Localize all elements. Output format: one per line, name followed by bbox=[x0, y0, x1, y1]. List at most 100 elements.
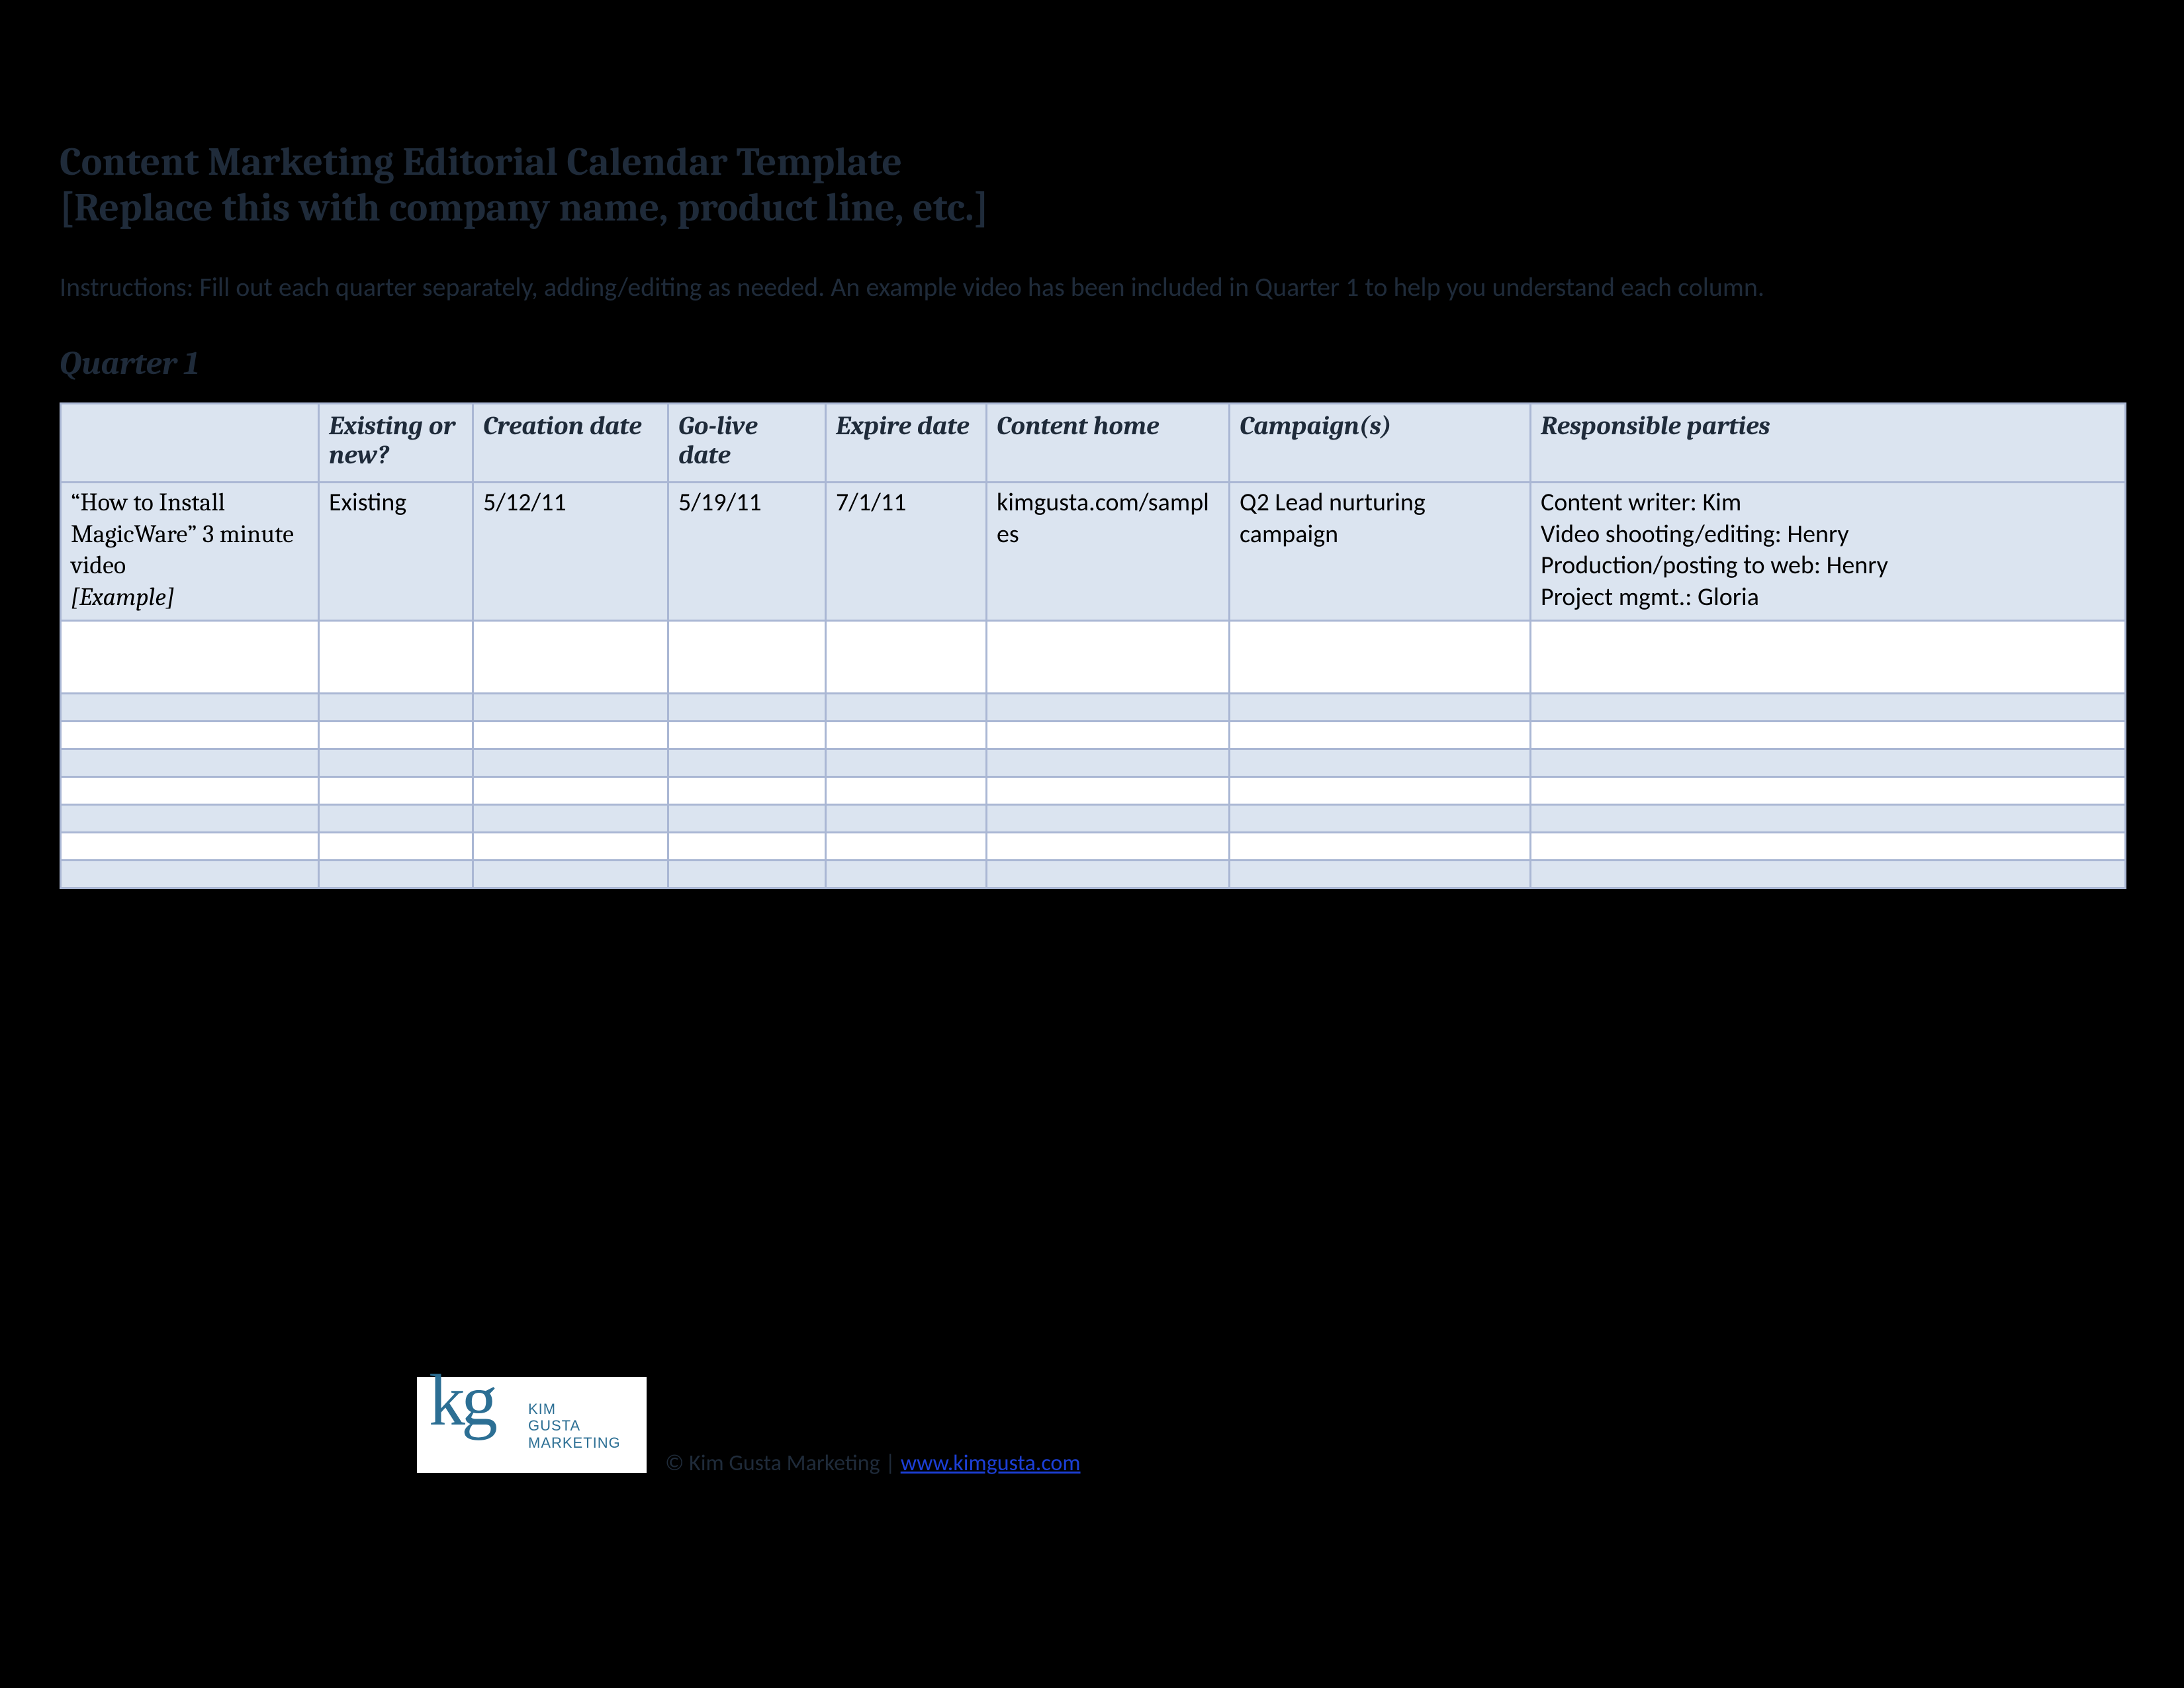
logo-wordmark: KIM GUSTA MARKETING bbox=[528, 1401, 621, 1451]
copyright-line: © Kim Gusta Marketing | www.kimgusta.com bbox=[665, 1450, 1081, 1477]
cell-empty bbox=[668, 805, 826, 833]
brand-logo: kg KIM GUSTA MARKETING bbox=[417, 1377, 647, 1473]
section-header-q1: Quarter 1 bbox=[60, 344, 2124, 383]
cell-empty bbox=[319, 805, 473, 833]
instructions-paragraph: Instructions: Fill out each quarter sepa… bbox=[60, 270, 2124, 305]
cell-empty bbox=[826, 777, 987, 805]
col-header-creation: Creation date bbox=[473, 404, 668, 483]
editorial-calendar-table: Existing or new? Creation date Go-live d… bbox=[60, 402, 2126, 889]
title-line-1: Content Marketing Editorial Calendar Tem… bbox=[60, 139, 2124, 185]
cell-empty bbox=[1230, 861, 1531, 888]
table-row-empty bbox=[61, 805, 2126, 833]
cell-empty bbox=[473, 749, 668, 777]
cell-empty bbox=[473, 805, 668, 833]
cell-empty bbox=[319, 722, 473, 749]
cell-empty bbox=[61, 749, 319, 777]
cell-empty bbox=[1230, 777, 1531, 805]
logo-mark: kg bbox=[429, 1358, 494, 1442]
responsible-line: Content writer: Kim bbox=[1541, 487, 2115, 519]
cell-empty bbox=[668, 833, 826, 861]
cell-empty bbox=[1531, 861, 2126, 888]
cell-empty bbox=[668, 621, 826, 694]
cell-empty bbox=[1230, 694, 1531, 722]
cell-empty bbox=[319, 694, 473, 722]
table-header-row: Existing or new? Creation date Go-live d… bbox=[61, 404, 2126, 483]
cell-empty bbox=[61, 722, 319, 749]
cell-empty bbox=[473, 833, 668, 861]
cell-empty bbox=[319, 861, 473, 888]
col-header-blank bbox=[61, 404, 319, 483]
cell-empty bbox=[987, 722, 1230, 749]
cell-empty bbox=[1531, 722, 2126, 749]
cell-empty bbox=[473, 861, 668, 888]
cell-empty bbox=[987, 621, 1230, 694]
col-header-home: Content home bbox=[987, 404, 1230, 483]
logo-word-line: MARKETING bbox=[528, 1434, 621, 1451]
cell-empty bbox=[826, 861, 987, 888]
cell-empty bbox=[1531, 805, 2126, 833]
cell-empty bbox=[826, 621, 987, 694]
cell-empty bbox=[987, 777, 1230, 805]
col-header-golive: Go-live date bbox=[668, 404, 826, 483]
col-header-expire: Expire date bbox=[826, 404, 987, 483]
cell-empty bbox=[987, 694, 1230, 722]
col-header-existing: Existing or new? bbox=[319, 404, 473, 483]
cell-empty bbox=[668, 749, 826, 777]
col-header-campaign: Campaign(s) bbox=[1230, 404, 1531, 483]
cell-empty bbox=[826, 833, 987, 861]
cell-empty bbox=[826, 694, 987, 722]
cell-empty bbox=[1531, 777, 2126, 805]
cell-empty bbox=[668, 694, 826, 722]
copyright-text: © Kim Gusta Marketing | bbox=[665, 1450, 901, 1477]
table-row-empty bbox=[61, 833, 2126, 861]
example-label-tag: [Example] bbox=[71, 583, 175, 612]
cell-empty bbox=[1230, 621, 1531, 694]
cell-empty bbox=[319, 749, 473, 777]
cell-empty bbox=[668, 722, 826, 749]
table-row-empty bbox=[61, 777, 2126, 805]
cell-empty bbox=[987, 805, 1230, 833]
table-row-empty bbox=[61, 694, 2126, 722]
cell-empty bbox=[61, 621, 319, 694]
table-row-empty bbox=[61, 621, 2126, 694]
cell-empty bbox=[61, 833, 319, 861]
cell-empty bbox=[987, 861, 1230, 888]
cell-empty bbox=[1531, 694, 2126, 722]
cell-example-campaign: Q2 Lead nurturing campaign bbox=[1230, 483, 1531, 621]
footer: kg KIM GUSTA MARKETING © Kim Gusta Marke… bbox=[417, 1377, 2111, 1523]
cell-example-home: kimgusta.com/samples bbox=[987, 483, 1230, 621]
table-row-empty bbox=[61, 722, 2126, 749]
table-row-empty bbox=[61, 749, 2126, 777]
cell-empty bbox=[61, 777, 319, 805]
responsible-line: Project mgmt.: Gloria bbox=[1541, 582, 2115, 614]
logo-word-line: KIM bbox=[528, 1401, 621, 1417]
cell-empty bbox=[826, 749, 987, 777]
cell-empty bbox=[1230, 805, 1531, 833]
title-line-2: [Replace this with company name, product… bbox=[60, 185, 2124, 230]
cell-empty bbox=[61, 805, 319, 833]
cell-example-responsible: Content writer: Kim Video shooting/editi… bbox=[1531, 483, 2126, 621]
example-label-title: “How to Install MagicWare” 3 minute vide… bbox=[71, 488, 294, 580]
cell-empty bbox=[668, 861, 826, 888]
cell-empty bbox=[1531, 833, 2126, 861]
cell-empty bbox=[319, 621, 473, 694]
cell-empty bbox=[668, 777, 826, 805]
cell-empty bbox=[1531, 749, 2126, 777]
cell-empty bbox=[319, 833, 473, 861]
responsible-line: Video shooting/editing: Henry bbox=[1541, 519, 2115, 551]
document-title: Content Marketing Editorial Calendar Tem… bbox=[60, 139, 2124, 230]
cell-empty bbox=[473, 621, 668, 694]
cell-empty bbox=[1230, 749, 1531, 777]
cell-empty bbox=[826, 722, 987, 749]
cell-empty bbox=[473, 722, 668, 749]
cell-empty bbox=[61, 861, 319, 888]
responsible-line: Production/posting to web: Henry bbox=[1541, 550, 2115, 582]
cell-example-golive: 5/19/11 bbox=[668, 483, 826, 621]
cell-example-expire: 7/1/11 bbox=[826, 483, 987, 621]
cell-empty bbox=[987, 833, 1230, 861]
cell-example-label: “How to Install MagicWare” 3 minute vide… bbox=[61, 483, 319, 621]
cell-empty bbox=[319, 777, 473, 805]
cell-empty bbox=[1230, 833, 1531, 861]
brand-link[interactable]: www.kimgusta.com bbox=[901, 1450, 1081, 1477]
cell-empty bbox=[61, 694, 319, 722]
